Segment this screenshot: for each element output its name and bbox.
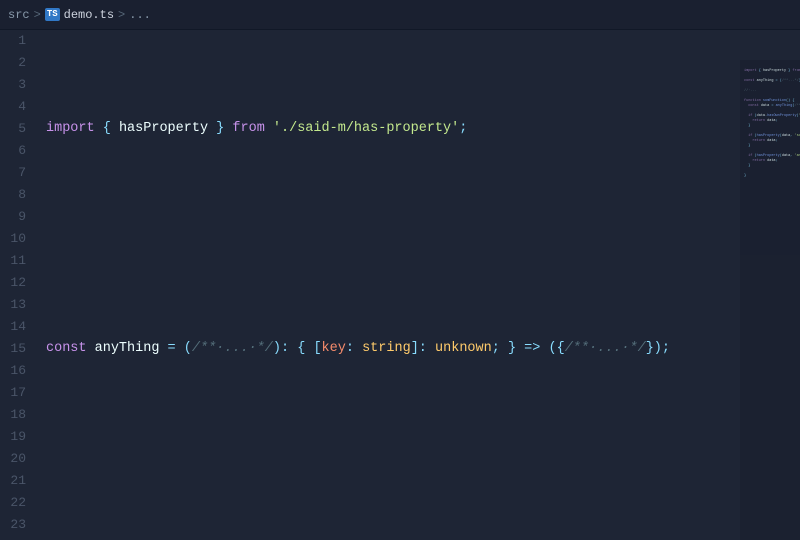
- line-num-20: 20: [8, 448, 26, 470]
- line-num-1: 1: [8, 30, 26, 52]
- breadcrumb-sep2: >: [118, 4, 125, 26]
- line-num-19: 19: [8, 426, 26, 448]
- line-numbers: 1 2 3 4 5 6 7 8 9 10 11 12 13 14 15 16 1…: [0, 30, 38, 510]
- breadcrumb-file[interactable]: TS demo.ts: [45, 4, 114, 26]
- code-line-3: const anyThing = (/**·...·*/): { [key: s…: [46, 338, 792, 360]
- line-num-10: 10: [8, 228, 26, 250]
- line-num-15: 15: [8, 338, 26, 360]
- minimap-code: import { hasProperty } from './said-m/ha…: [740, 60, 800, 188]
- line-num-16: 16: [8, 360, 26, 382]
- code-content[interactable]: import { hasProperty } from './said-m/ha…: [38, 30, 800, 510]
- tab-bar: src > TS demo.ts > ...: [0, 0, 800, 30]
- line-num-12: 12: [8, 272, 26, 294]
- line-num-17: 17: [8, 382, 26, 404]
- breadcrumb-sep1: >: [34, 4, 41, 26]
- ts-icon: TS: [45, 8, 60, 21]
- line-num-6: 6: [8, 140, 26, 162]
- breadcrumb-filename: demo.ts: [64, 4, 114, 26]
- line-num-5: 5: [8, 118, 26, 140]
- minimap: import { hasProperty } from './said-m/ha…: [740, 60, 800, 540]
- code-line-2: [46, 228, 792, 250]
- code-line-4: [46, 448, 792, 470]
- line-num-11: 11: [8, 250, 26, 272]
- breadcrumb: src > TS demo.ts > ...: [8, 4, 151, 26]
- line-num-14: 14: [8, 316, 26, 338]
- line-num-21: 21: [8, 470, 26, 492]
- code-line-1: import { hasProperty } from './said-m/ha…: [46, 118, 792, 140]
- line-num-3: 3: [8, 74, 26, 96]
- line-num-7: 7: [8, 162, 26, 184]
- line-num-2: 2: [8, 52, 26, 74]
- line-num-4: 4: [8, 96, 26, 118]
- line-num-22: 22: [8, 492, 26, 514]
- line-num-13: 13: [8, 294, 26, 316]
- line-num-8: 8: [8, 184, 26, 206]
- line-num-23: 23: [8, 514, 26, 536]
- editor-area: 1 2 3 4 5 6 7 8 9 10 11 12 13 14 15 16 1…: [0, 30, 800, 510]
- breadcrumb-src: src: [8, 4, 30, 26]
- line-num-18: 18: [8, 404, 26, 426]
- line-num-9: 9: [8, 206, 26, 228]
- breadcrumb-dots: ...: [129, 4, 151, 26]
